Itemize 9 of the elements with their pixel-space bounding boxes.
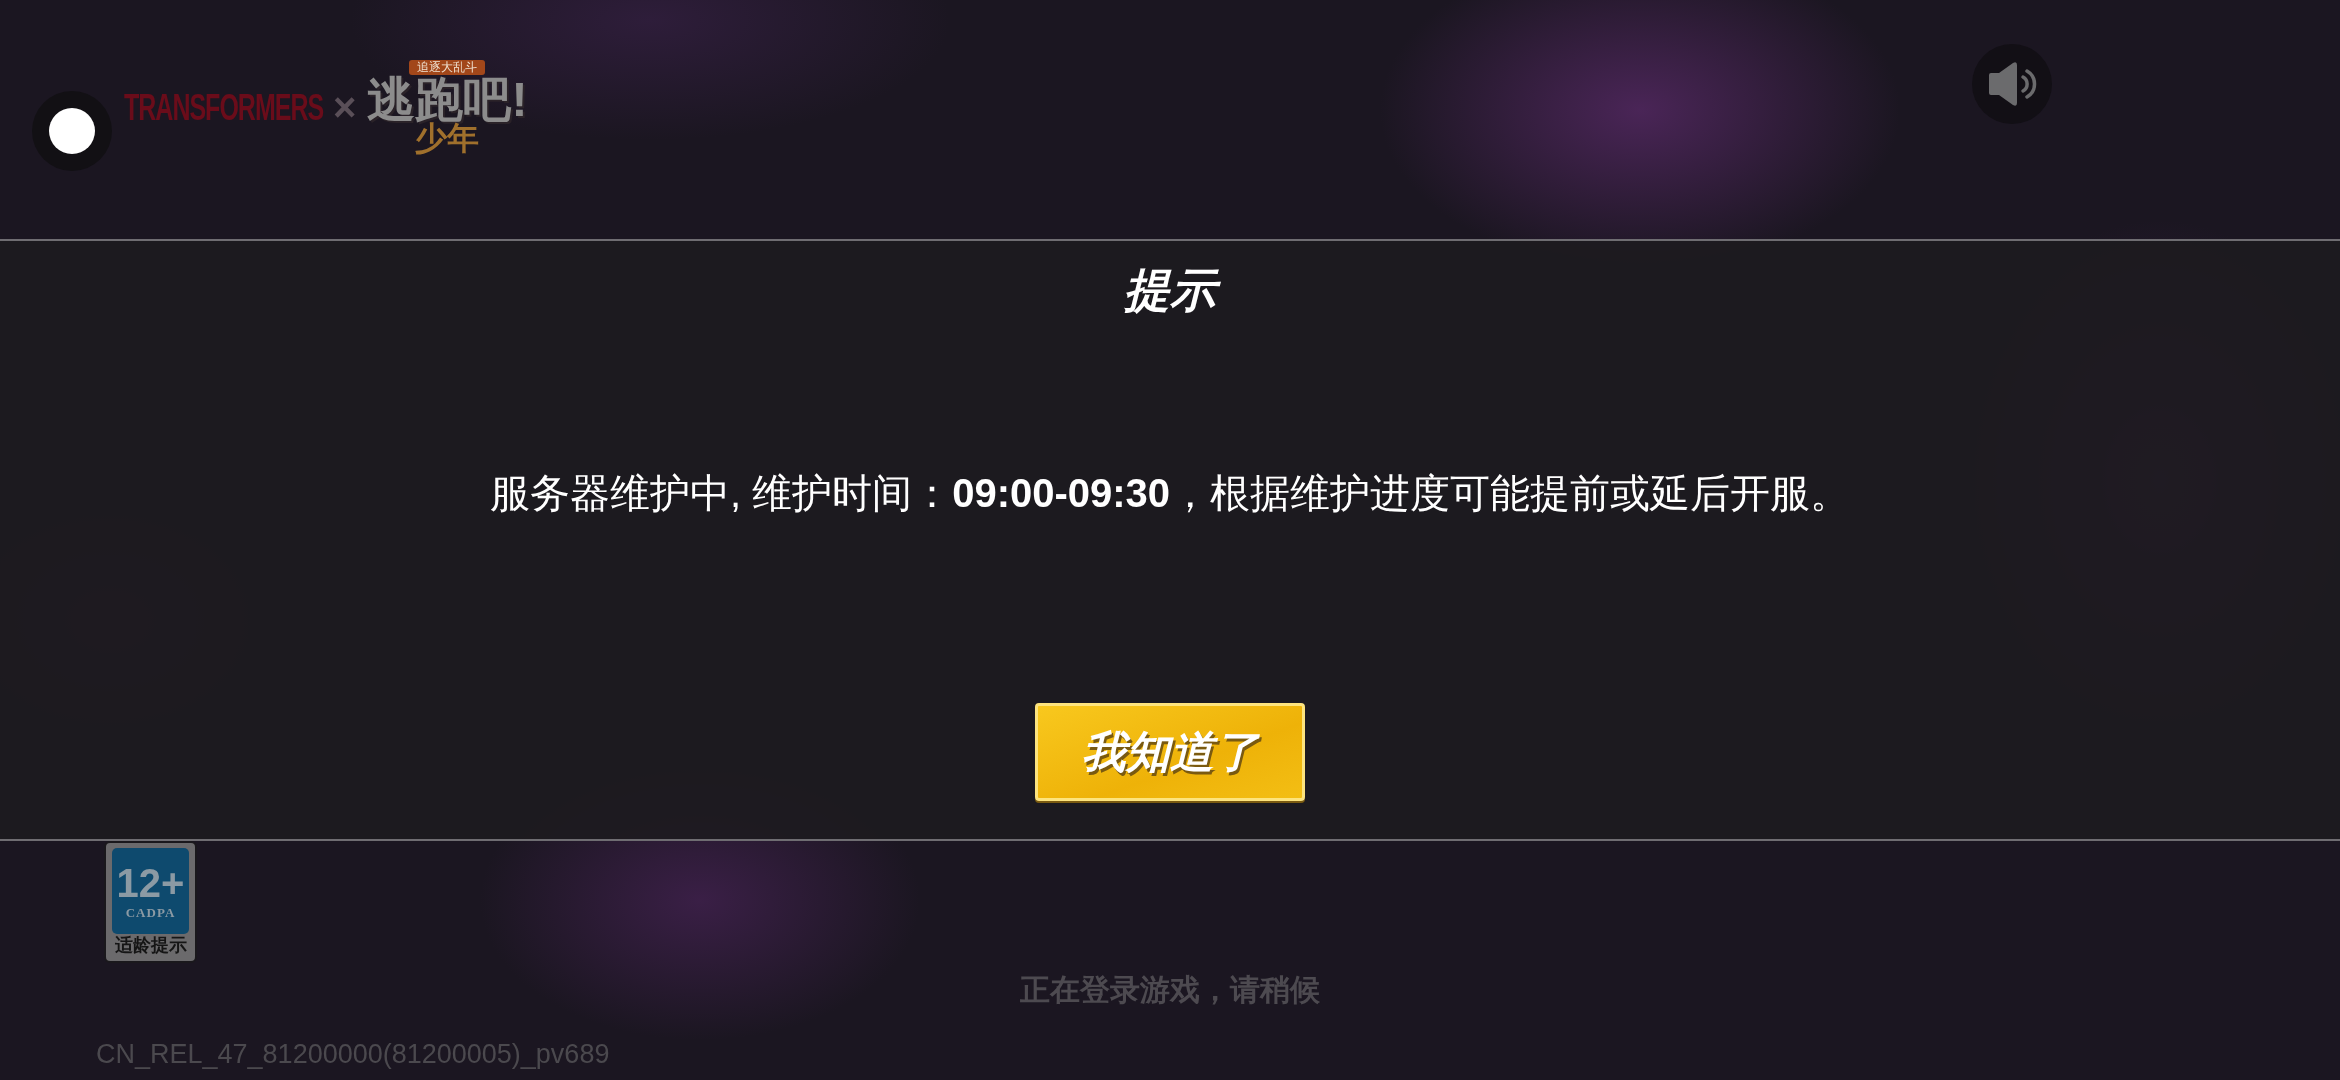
rating-label: 适龄提示	[114, 934, 187, 956]
rating-organization: CADPA	[125, 905, 176, 921]
logo-banner: 追逐大乱斗	[409, 59, 486, 75]
logo-brand: TRANSFORMERS	[124, 86, 324, 128]
confirm-button[interactable]: 我知道了	[1035, 703, 1305, 801]
dialog-message: 服务器维护中, 维护时间：09:00-09:30，根据维护进度可能提前或延后开服。	[489, 470, 1851, 517]
logo-separator: ×	[333, 87, 357, 127]
rating-number: 12+	[116, 861, 185, 905]
dialog-title: 提示	[1114, 261, 1226, 319]
